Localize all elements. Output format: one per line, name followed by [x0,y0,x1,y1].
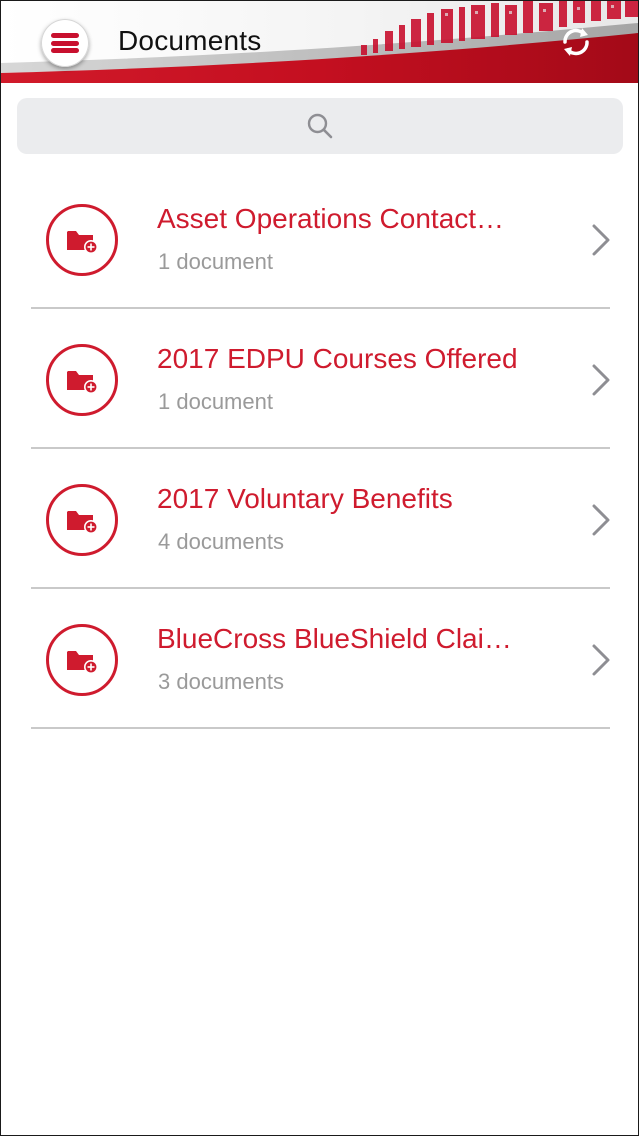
hamburger-menu-icon [51,33,79,53]
document-count: 4 documents [158,529,284,554]
chevron-right-icon [592,364,610,396]
row-divider [31,727,610,729]
folder-icon [46,204,118,276]
document-title: BlueCross BlueShield Clai… [157,623,512,654]
header-banner-graphic [1,1,638,83]
chevron-right-icon [592,644,610,676]
document-folder-row[interactable]: 2017 EDPU Courses Offered 1 document [1,309,638,449]
sync-icon[interactable] [557,23,595,61]
document-folder-row[interactable]: Asset Operations Contact… 1 document [1,169,638,309]
document-folder-row[interactable]: 2017 Voluntary Benefits 4 documents [1,449,638,589]
page-title: Documents [118,25,262,56]
folder-icon [46,624,118,696]
menu-button[interactable] [41,19,89,67]
header-bar: Documents [1,1,638,83]
search-icon [307,113,333,139]
chevron-right-icon [592,224,610,256]
folder-icon [46,344,118,416]
document-title: 2017 Voluntary Benefits [157,483,453,514]
document-count: 3 documents [158,669,284,694]
search-bar[interactable] [17,98,623,154]
folder-icon [46,484,118,556]
document-list: Asset Operations Contact… 1 document 201… [1,169,638,729]
document-folder-row[interactable]: BlueCross BlueShield Clai… 3 documents [1,589,638,729]
document-count: 1 document [158,249,273,274]
document-title: 2017 EDPU Courses Offered [157,343,518,374]
document-title: Asset Operations Contact… [157,203,505,234]
document-count: 1 document [158,389,273,414]
app-screen: Documents Asset Operations Contact… 1 do… [0,0,639,1136]
chevron-right-icon [592,504,610,536]
